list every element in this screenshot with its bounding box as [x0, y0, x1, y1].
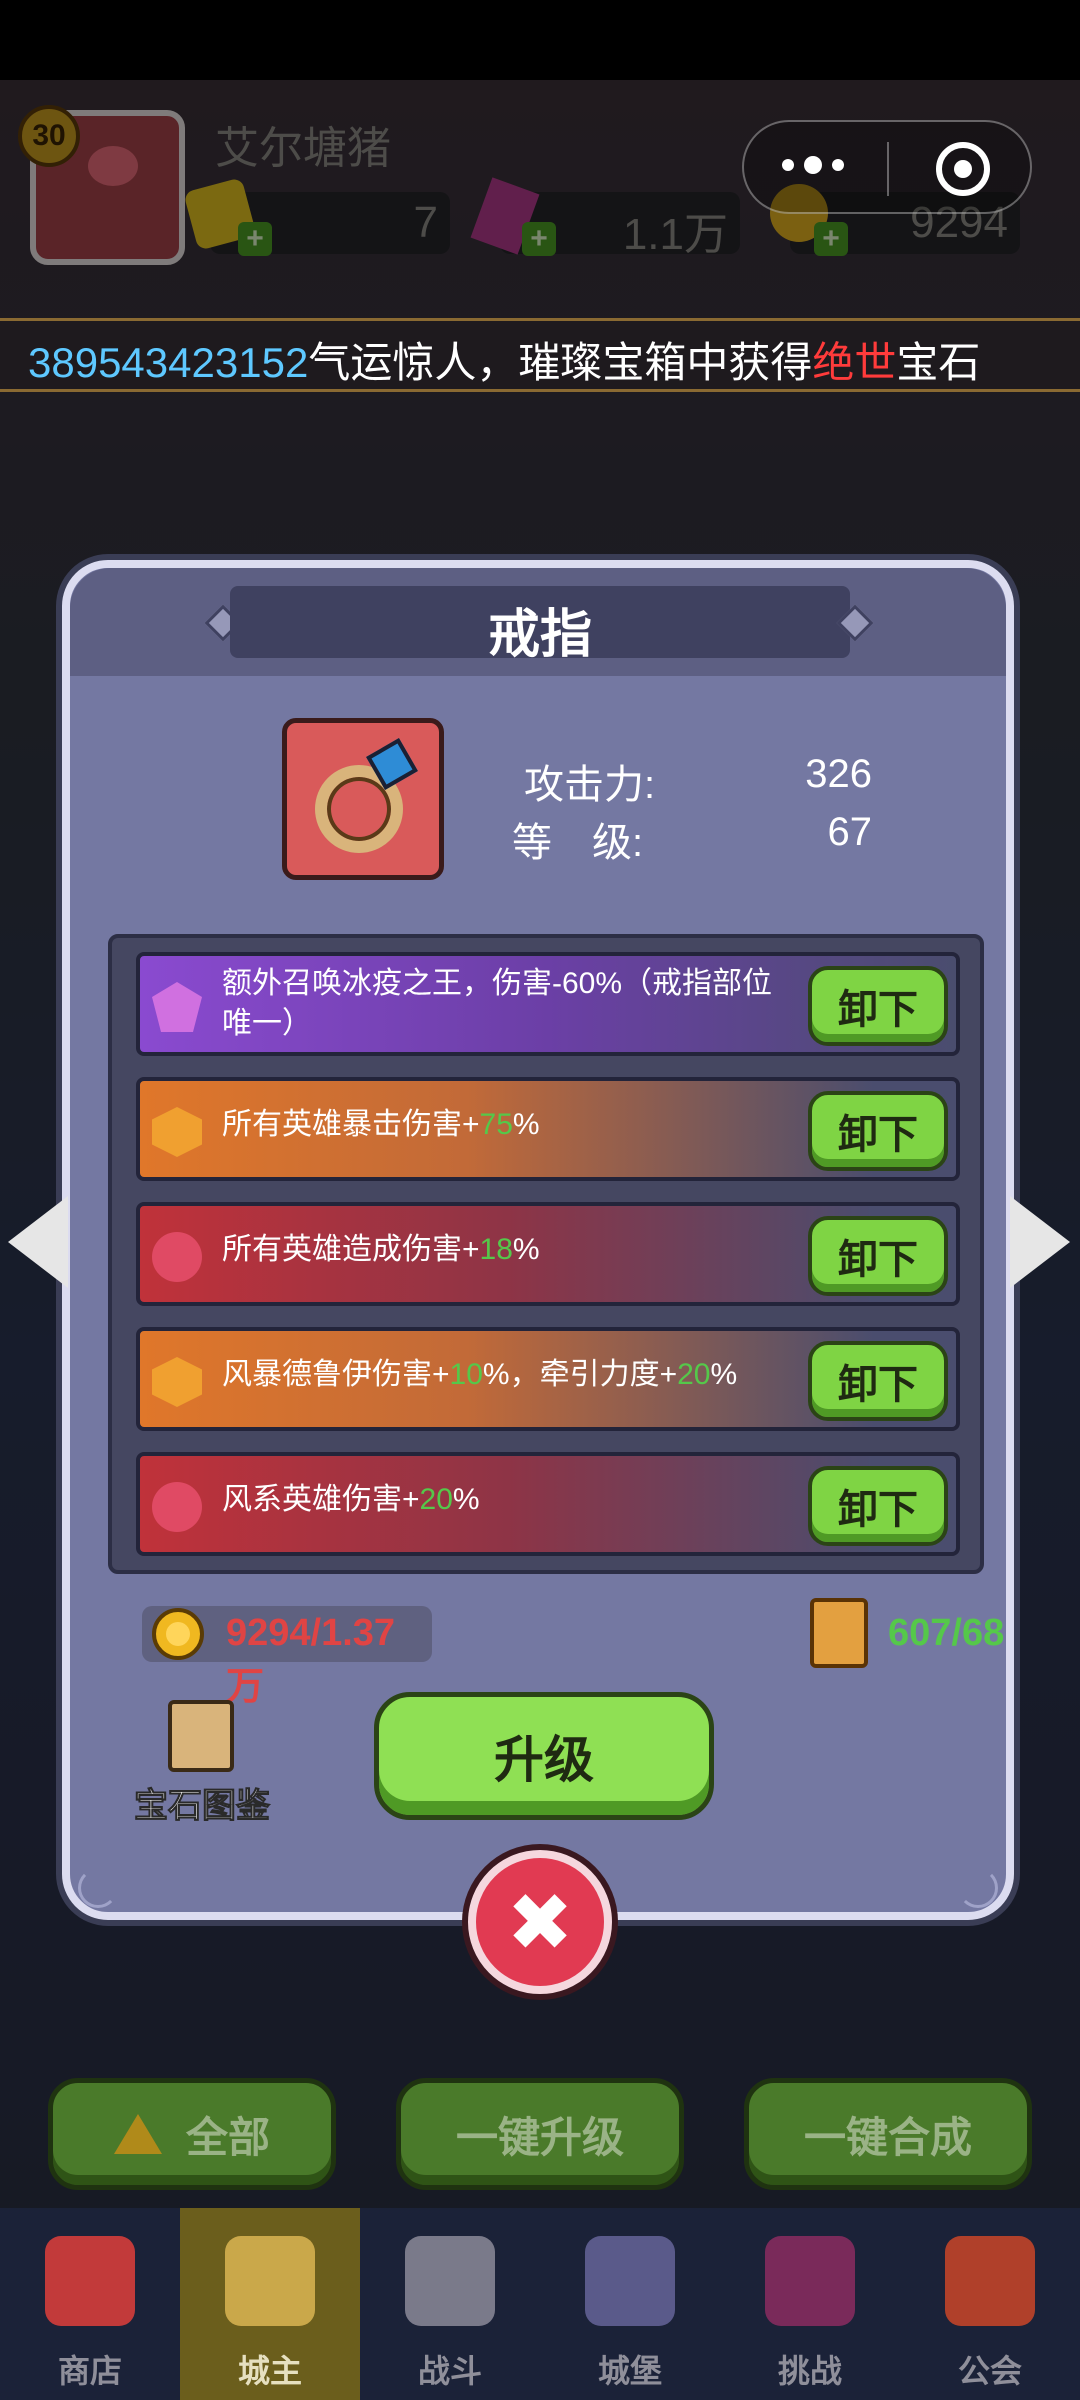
nav-label: 挑战 — [777, 2353, 842, 2389]
nav-battle[interactable]: 战斗 — [360, 2208, 540, 2400]
close-button[interactable]: ✖ — [468, 1850, 612, 1994]
nav-label: 战斗 — [417, 2353, 482, 2389]
red-gem-icon — [152, 1482, 202, 1532]
upgrade-cost: 9294/1.37万 — [142, 1606, 432, 1708]
gem-guide-book-icon[interactable] — [168, 1700, 234, 1772]
nav-label: 公会 — [957, 2353, 1022, 2389]
nav-lord[interactable]: 城主 — [180, 2208, 360, 2400]
scroll-icon — [810, 1598, 868, 1668]
attack-label: 攻击力: — [524, 763, 656, 807]
demon-icon — [765, 2236, 855, 2326]
announcement-marquee: 389543423152气运惊人，璀璨宝箱中获得绝世宝石 — [0, 318, 1080, 392]
close-miniprogram-icon[interactable] — [936, 142, 990, 196]
upgrade-button[interactable]: 升级 — [374, 1692, 714, 1820]
one-click-upgrade-button[interactable]: 一键升级 — [396, 2078, 684, 2190]
unequip-button[interactable]: 卸下 — [808, 1466, 948, 1546]
skill-list: 额外召唤冰疫之王，伤害-60%（戒指部位唯一） 卸下 所有英雄暴击伤害+75% … — [108, 934, 984, 1574]
marquee-text: 气运惊人，璀璨宝箱中获得 — [308, 339, 813, 386]
more-icon[interactable] — [782, 156, 844, 174]
skill-row: 所有英雄暴击伤害+75% 卸下 — [136, 1077, 960, 1181]
nav-shop[interactable]: 商店 — [0, 2208, 180, 2400]
unequip-button[interactable]: 卸下 — [808, 1341, 948, 1421]
orange-gem-icon — [152, 1107, 202, 1157]
red-gem-icon — [152, 1232, 202, 1282]
ring-detail-modal: 戒指 攻击力: 326 等 级: 67 额外召唤冰疫之王，伤害-60%（戒指部位… — [62, 560, 1014, 1920]
marquee-text-end: 宝石 — [896, 339, 981, 386]
castle-icon — [585, 2236, 675, 2326]
guild-banner-icon — [945, 2236, 1035, 2326]
skill-row: 所有英雄造成伤害+18% 卸下 — [136, 1202, 960, 1306]
sword-icon — [405, 2236, 495, 2326]
skill-row: 额外召唤冰疫之王，伤害-60%（戒指部位唯一） 卸下 — [136, 952, 960, 1056]
nav-label: 商店 — [57, 2353, 122, 2389]
modal-title: 戒指 — [487, 606, 592, 664]
nav-label: 城堡 — [597, 2353, 662, 2389]
corner-ornament — [78, 1868, 118, 1908]
skill-row: 风暴德鲁伊伤害+10%，牵引力度+20% 卸下 — [136, 1327, 960, 1431]
marquee-highlight: 绝世 — [812, 339, 897, 386]
bottom-navigation: 商店 城主 战斗 城堡 挑战 公会 — [0, 2208, 1080, 2400]
warning-triangle-icon — [113, 2114, 162, 2154]
skill-text: 风系英雄伤害+20% — [222, 1483, 480, 1516]
level-value: 67 — [827, 810, 873, 854]
coin-icon — [152, 1608, 204, 1660]
skill-text: 风暴德鲁伊伤害+10%，牵引力度+20% — [222, 1358, 738, 1391]
ring-item-icon — [282, 718, 444, 880]
skill-text: 所有英雄造成伤害+18% — [222, 1233, 540, 1266]
unequip-button[interactable]: 卸下 — [808, 966, 948, 1046]
nav-challenge[interactable]: 挑战 — [720, 2208, 900, 2400]
scroll-resource: 607/68 — [810, 1598, 1010, 1668]
level-label: 等 级: — [512, 821, 644, 865]
modal-header: 戒指 — [70, 568, 1006, 676]
one-click-merge-button[interactable]: 一键合成 — [744, 2078, 1032, 2190]
marquee-player-id: 389543423152 — [28, 339, 309, 386]
purple-gem-icon — [152, 982, 202, 1032]
attack-value: 326 — [805, 752, 872, 796]
gem-guide-label[interactable]: 宝石图鉴 — [132, 1778, 272, 1827]
skill-row: 风系英雄伤害+20% 卸下 — [136, 1452, 960, 1556]
nav-guild[interactable]: 公会 — [900, 2208, 1080, 2400]
nav-castle[interactable]: 城堡 — [540, 2208, 720, 2400]
corner-ornament — [958, 1868, 998, 1908]
crown-icon — [225, 2236, 315, 2326]
shop-icon — [45, 2236, 135, 2326]
filter-all-button[interactable]: 全部 — [48, 2078, 336, 2190]
filter-all-label: 全部 — [185, 2113, 270, 2161]
unequip-button[interactable]: 卸下 — [808, 1216, 948, 1296]
scroll-text: 607/68 — [888, 1612, 1005, 1654]
nav-label: 城主 — [237, 2353, 302, 2389]
next-arrow-icon[interactable] — [1010, 1196, 1070, 1288]
orange-gem-icon — [152, 1357, 202, 1407]
miniprogram-capsule — [742, 120, 1032, 214]
prev-arrow-icon[interactable] — [8, 1196, 68, 1288]
skill-text: 额外召唤冰疫之王，伤害-60%（戒指部位唯一） — [222, 967, 773, 1040]
skill-text: 所有英雄暴击伤害+75% — [222, 1108, 540, 1141]
unequip-button[interactable]: 卸下 — [808, 1091, 948, 1171]
